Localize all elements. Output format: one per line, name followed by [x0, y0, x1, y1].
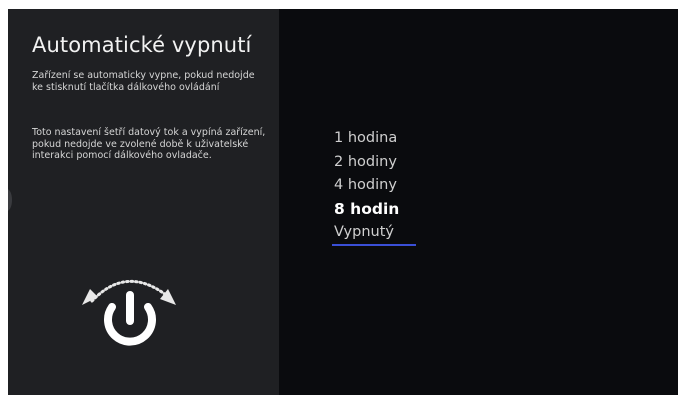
- page-title: Automatické vypnutí: [32, 33, 252, 57]
- option-off[interactable]: Vypnutý: [334, 221, 534, 245]
- selection-underline: [332, 244, 416, 246]
- option-1-hour[interactable]: 1 hodina: [334, 127, 534, 151]
- info-panel: Automatické vypnutí Zařízení se automati…: [8, 9, 279, 395]
- description-primary: Zařízení se automaticky vypne, pokud ned…: [32, 70, 255, 93]
- panel-edge-handle: [8, 189, 12, 211]
- description-secondary: Toto nastavení šetří datový tok a vypíná…: [32, 127, 266, 161]
- duration-options: 1 hodina 2 hodiny 4 hodiny 8 hodin Vypnu…: [334, 127, 534, 245]
- option-2-hours[interactable]: 2 hodiny: [334, 151, 534, 175]
- option-4-hours[interactable]: 4 hodiny: [334, 174, 534, 198]
- power-timer-icon: [82, 280, 176, 346]
- tv-screen: Automatické vypnutí Zařízení se automati…: [8, 9, 678, 395]
- option-8-hours[interactable]: 8 hodin: [334, 198, 534, 222]
